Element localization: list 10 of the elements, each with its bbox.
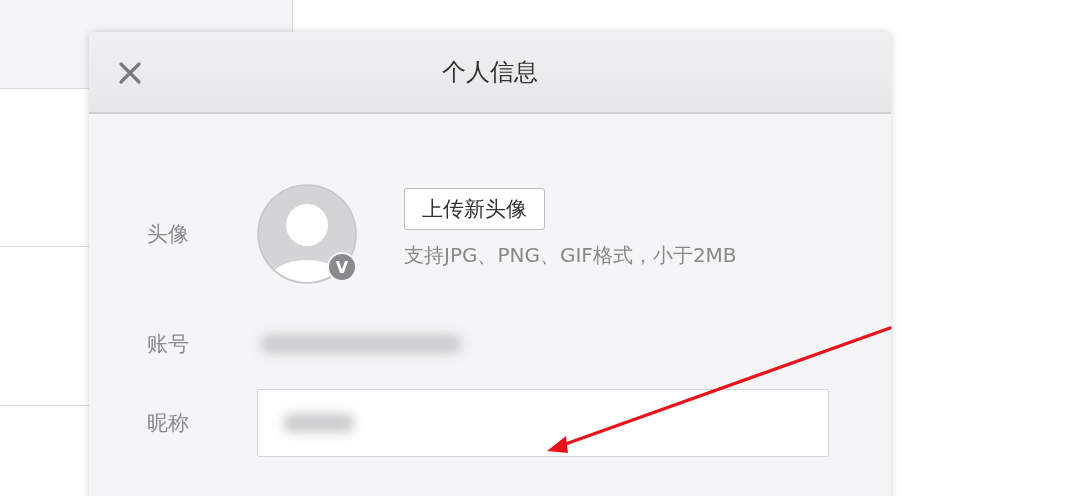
field-label: 账号 xyxy=(147,331,190,358)
field-label: 昵称 xyxy=(147,410,190,437)
verified-badge: V xyxy=(327,252,357,282)
dialog-title: 个人信息 xyxy=(442,57,538,88)
nickname-field[interactable] xyxy=(257,389,829,457)
hint-text: 支持JPG、PNG、GIF格式，小于2MB xyxy=(404,241,737,269)
avatar-icon xyxy=(257,184,357,284)
close-icon[interactable] xyxy=(118,61,142,85)
upload-button[interactable]: 上传新头像 xyxy=(404,187,545,230)
field-label: 头像 xyxy=(147,221,190,248)
